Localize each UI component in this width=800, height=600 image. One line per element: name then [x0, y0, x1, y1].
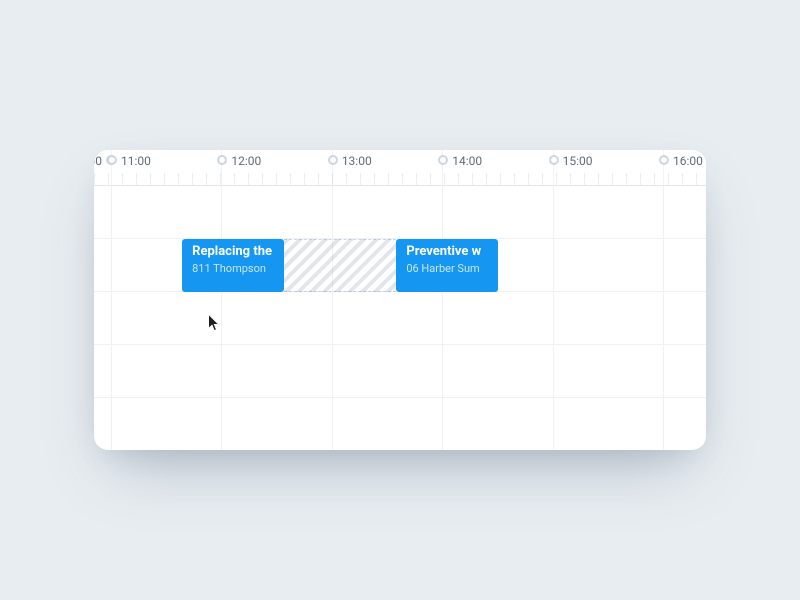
hour-dot-icon [107, 155, 117, 165]
time-ruler: 10:00 11:00 12:00 13:00 14:00 15:00 [94, 150, 706, 186]
schedule-panel: 10:00 11:00 12:00 13:00 14:00 15:00 [94, 150, 706, 450]
cursor-icon [207, 313, 221, 333]
event-card[interactable]: Preventive w 06 Harber Sum [396, 239, 498, 292]
events-layer: Replacing the 811 Thompson Preventive w … [94, 186, 706, 450]
event-subtitle: 06 Harber Sum [406, 262, 488, 275]
hour-label: 11:00 [121, 154, 151, 168]
hour-label: 15:00 [563, 154, 593, 168]
hour-label: 12:00 [231, 154, 261, 168]
hour-dot-icon [438, 155, 448, 165]
hour-label: 16:00 [673, 154, 703, 168]
hour-label: 10:00 [94, 154, 102, 168]
schedule-grid[interactable]: Replacing the 811 Thompson Preventive w … [94, 186, 706, 450]
event-subtitle: 811 Thompson [192, 262, 274, 275]
hour-dot-icon [217, 155, 227, 165]
event-card[interactable]: Replacing the 811 Thompson [182, 239, 284, 292]
minor-tick-strip [94, 173, 706, 185]
hour-dot-icon [328, 155, 338, 165]
drop-zone-hatched[interactable] [284, 239, 396, 292]
hour-dot-icon [659, 155, 669, 165]
event-title: Replacing the [192, 245, 274, 260]
hour-label: 14:00 [452, 154, 482, 168]
hour-label: 13:00 [342, 154, 372, 168]
event-title: Preventive w [406, 245, 488, 260]
hour-dot-icon [549, 155, 559, 165]
